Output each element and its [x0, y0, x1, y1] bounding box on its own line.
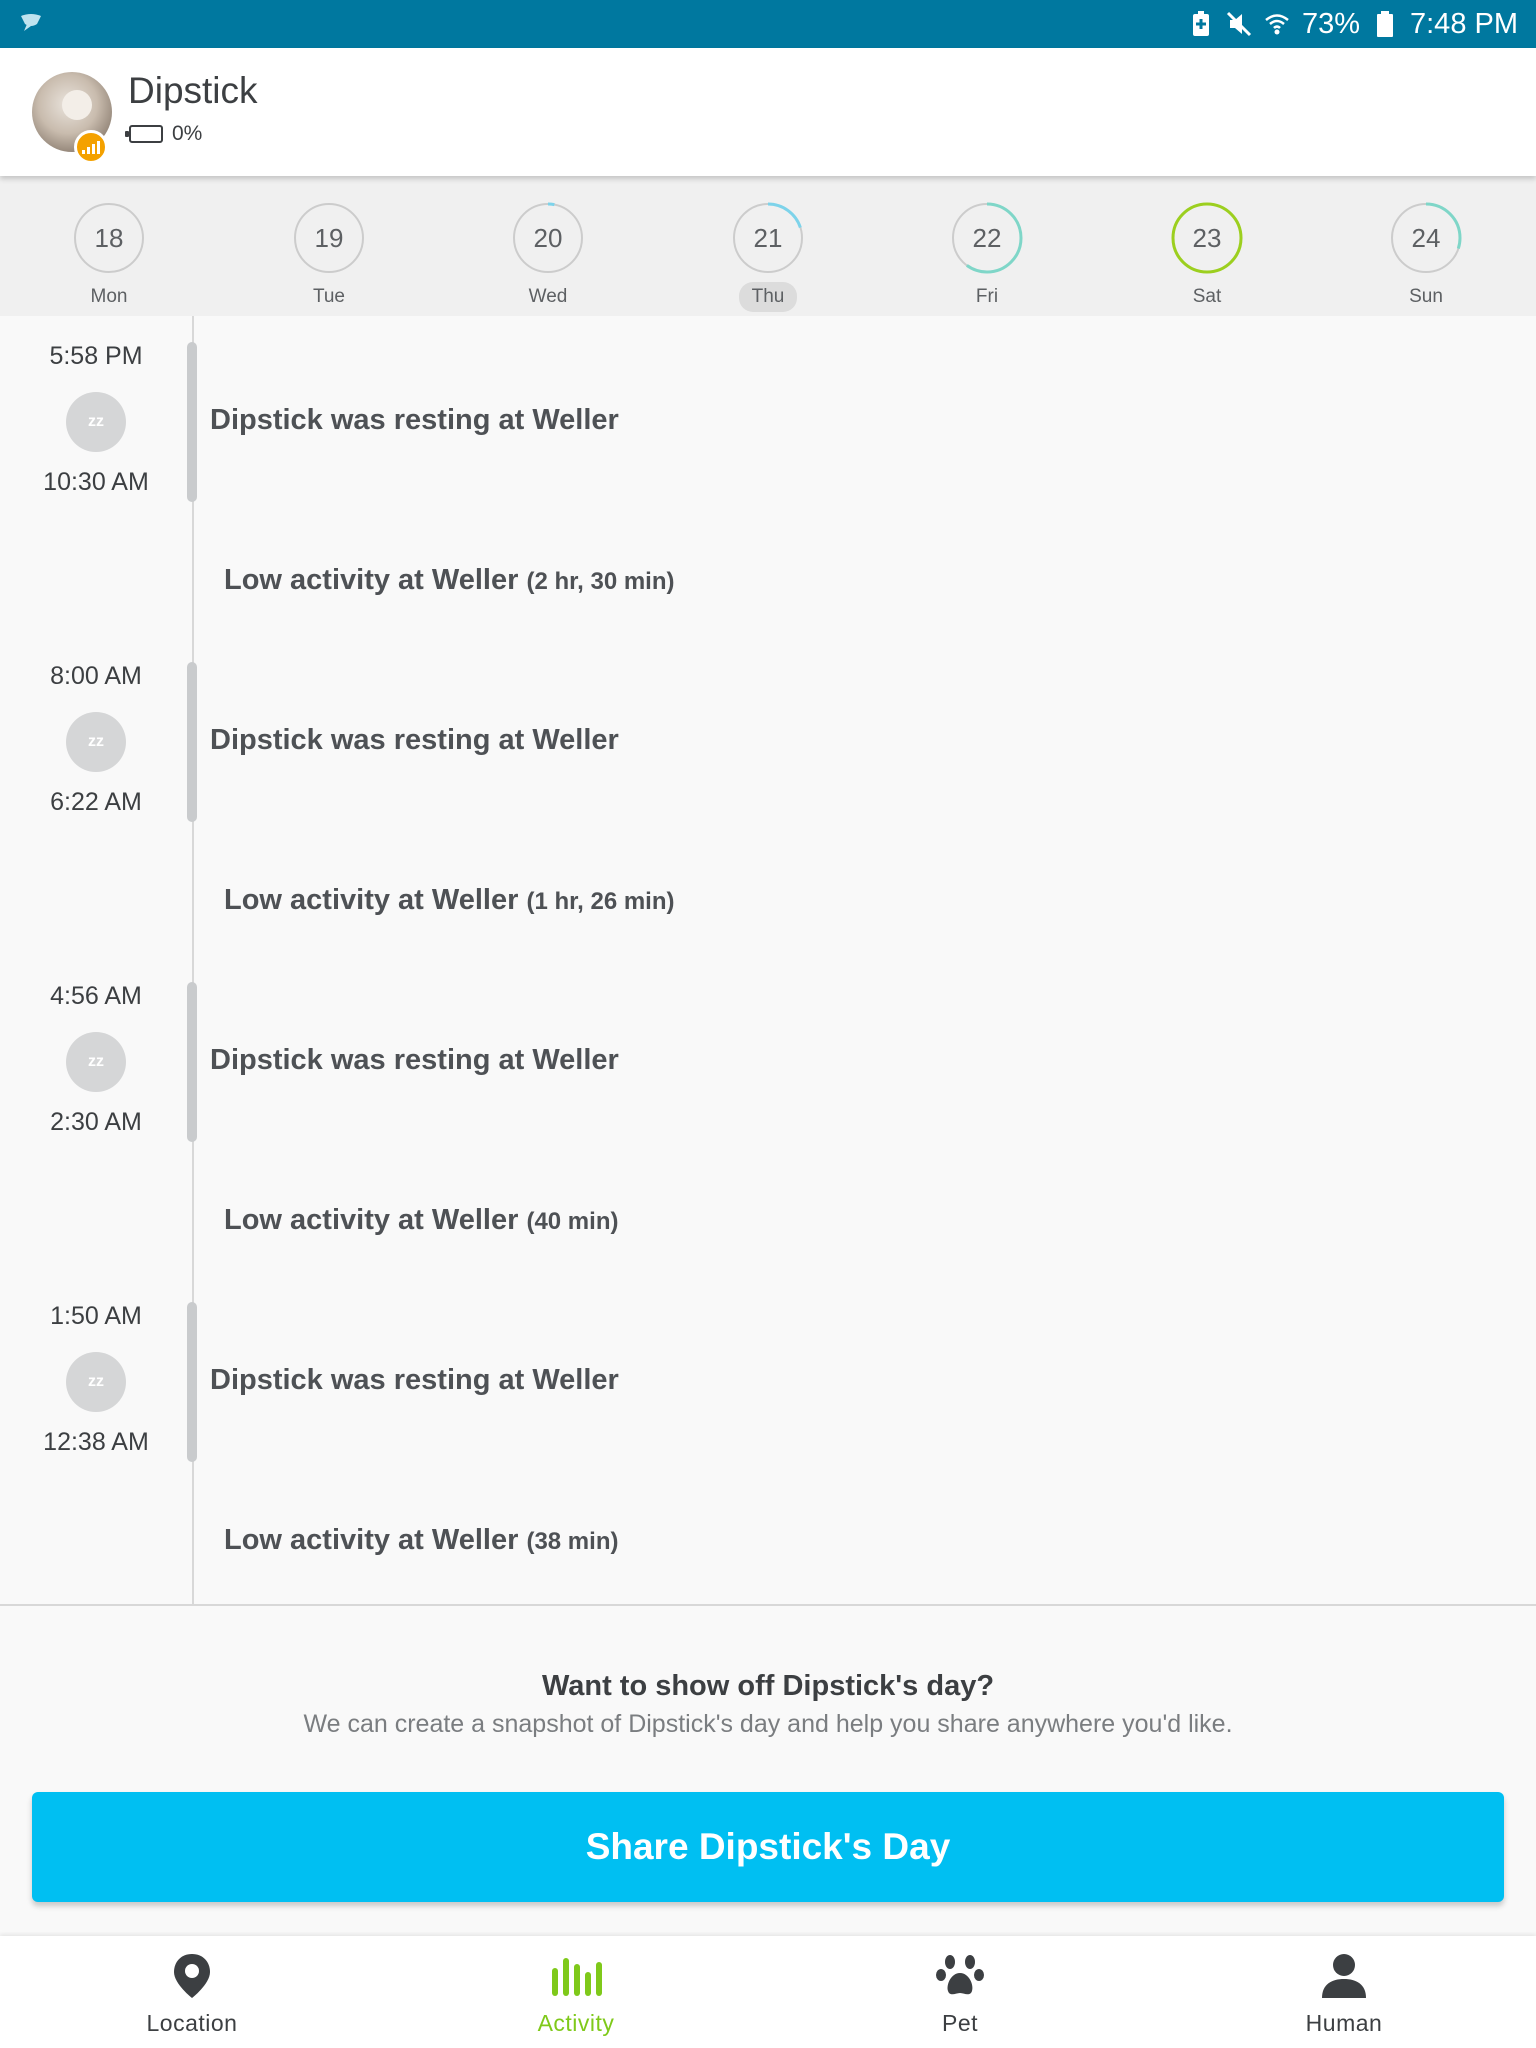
timeline-entry: 1:50 AM zz 12:38 AM Dipstick was resting…	[0, 1276, 1536, 1596]
activity-timeline[interactable]: 5:58 PM zz 10:30 AM Dipstick was resting…	[0, 316, 1536, 1604]
bottom-nav: Location Activity Pet Human	[0, 1936, 1536, 2048]
nav-label: Location	[146, 2010, 238, 2036]
rest-duration-bar	[187, 342, 197, 502]
location-pin-icon	[0, 1950, 384, 2002]
day-progress-ring: 21	[732, 202, 804, 274]
rest-duration-bar	[187, 1302, 197, 1462]
rest-event[interactable]: Dipstick was resting at Weller	[210, 724, 619, 757]
low-activity-duration: (2 hr, 30 min)	[526, 568, 675, 595]
low-activity-label: Low activity at Weller	[224, 564, 519, 596]
day-number: 21	[753, 223, 783, 253]
rest-event[interactable]: Dipstick was resting at Weller	[210, 1044, 619, 1077]
day-22[interactable]: 22 Fri	[932, 202, 1042, 312]
day-number: 20	[533, 223, 563, 253]
paw-icon	[768, 1950, 1152, 2002]
day-of-week: Tue	[312, 286, 346, 307]
tracker-battery-level: 0%	[172, 122, 203, 145]
low-activity-label: Low activity at Weller	[224, 1524, 519, 1556]
low-activity-event[interactable]: Low activity at Weller (2 hr, 30 min)	[224, 564, 675, 597]
day-23[interactable]: 23 Sat	[1152, 202, 1262, 312]
battery-saver-icon	[1188, 10, 1214, 38]
status-icons: 73% 7:48 PM	[1188, 6, 1518, 42]
app-logo-icon	[21, 14, 41, 31]
day-18[interactable]: 18 Mon	[54, 202, 164, 312]
day-24[interactable]: 24 Sun	[1371, 202, 1481, 312]
nav-label: Human	[1305, 2010, 1383, 2036]
day-progress-ring: 22	[951, 202, 1023, 274]
rest-end-time: 5:58 PM	[49, 342, 143, 370]
pet-header: Dipstick 0%	[0, 48, 1536, 176]
share-title: Want to show off Dipstick's day?	[541, 1670, 995, 1702]
rest-end-time: 4:56 AM	[50, 982, 142, 1010]
day-of-week: Mon	[90, 286, 128, 307]
battery-icon	[1372, 10, 1398, 38]
day-of-week-selected: Thu	[739, 282, 797, 312]
activity-bars-icon	[384, 1950, 768, 2002]
signal-badge-icon	[74, 130, 108, 164]
day-of-week: Wed	[528, 286, 568, 307]
sleep-icon: zz	[66, 392, 126, 452]
clock: 7:48 PM	[1410, 7, 1518, 40]
low-activity-event[interactable]: Low activity at Weller (40 min)	[224, 1204, 618, 1237]
day-progress-ring: 18	[73, 202, 145, 274]
rest-start-time: 2:30 AM	[50, 1108, 142, 1136]
low-activity-event[interactable]: Low activity at Weller (1 hr, 26 min)	[224, 884, 675, 917]
mute-icon	[1226, 10, 1252, 38]
nav-human[interactable]: Human	[1152, 1936, 1536, 2048]
person-icon	[1152, 1950, 1536, 2002]
day-21[interactable]: 21 Thu	[713, 202, 823, 312]
day-of-week: Sat	[1192, 286, 1222, 307]
share-subtitle: We can create a snapshot of Dipstick's d…	[303, 1710, 1233, 1738]
rest-end-time: 1:50 AM	[50, 1302, 142, 1330]
day-of-week: Fri	[975, 286, 999, 307]
day-progress-ring: 24	[1390, 202, 1462, 274]
day-progress-ring: 23	[1171, 202, 1243, 274]
low-activity-event[interactable]: Low activity at Weller (38 min)	[224, 1524, 618, 1557]
low-activity-label: Low activity at Weller	[224, 1204, 519, 1236]
rest-start-time: 6:22 AM	[50, 788, 142, 816]
battery-percent: 73%	[1301, 7, 1360, 40]
timeline-entry: 4:56 AM zz 2:30 AM Dipstick was resting …	[0, 956, 1536, 1276]
share-day-button[interactable]: Share Dipstick's Day	[32, 1792, 1504, 1902]
sleep-icon: zz	[66, 1032, 126, 1092]
day-number: 19	[314, 223, 344, 253]
pet-name[interactable]: Dipstick	[128, 70, 258, 112]
day-of-week: Sun	[1409, 286, 1443, 307]
day-progress-ring: 19	[293, 202, 365, 274]
rest-duration-bar	[187, 982, 197, 1142]
timeline-entry: 8:00 AM zz 6:22 AM Dipstick was resting …	[0, 636, 1536, 956]
section-divider	[0, 1604, 1536, 1606]
tracker-battery-icon	[125, 125, 163, 143]
day-20[interactable]: 20 Wed	[493, 202, 603, 312]
day-progress-ring: 20	[512, 202, 584, 274]
nav-label: Pet	[941, 2010, 979, 2036]
status-bar: 73% 7:48 PM	[0, 0, 1536, 48]
day-number: 22	[972, 223, 1002, 253]
day-19[interactable]: 19 Tue	[274, 202, 384, 312]
low-activity-label: Low activity at Weller	[224, 884, 519, 916]
timeline-entry: 5:58 PM zz 10:30 AM Dipstick was resting…	[0, 316, 1536, 636]
low-activity-duration: (40 min)	[526, 1208, 619, 1235]
day-number: 24	[1411, 223, 1441, 253]
day-number: 18	[94, 223, 124, 253]
wifi-icon	[1264, 10, 1290, 38]
nav-label: Activity	[537, 2010, 615, 2036]
rest-start-time: 10:30 AM	[43, 468, 149, 496]
sleep-icon: zz	[66, 712, 126, 772]
rest-event[interactable]: Dipstick was resting at Weller	[210, 1364, 619, 1397]
rest-event[interactable]: Dipstick was resting at Weller	[210, 404, 619, 437]
rest-end-time: 8:00 AM	[50, 662, 142, 690]
week-selector: 18 Mon 19 Tue 20 Wed 21 Thu 22 Fri 23 Sa…	[0, 176, 1536, 316]
low-activity-duration: (1 hr, 26 min)	[526, 888, 675, 915]
sleep-icon: zz	[66, 1352, 126, 1412]
nav-location[interactable]: Location	[0, 1936, 384, 2048]
low-activity-duration: (38 min)	[526, 1528, 619, 1555]
nav-pet[interactable]: Pet	[768, 1936, 1152, 2048]
day-number: 23	[1192, 223, 1222, 253]
nav-activity[interactable]: Activity	[384, 1936, 768, 2048]
rest-start-time: 12:38 AM	[43, 1428, 149, 1456]
rest-duration-bar	[187, 662, 197, 822]
